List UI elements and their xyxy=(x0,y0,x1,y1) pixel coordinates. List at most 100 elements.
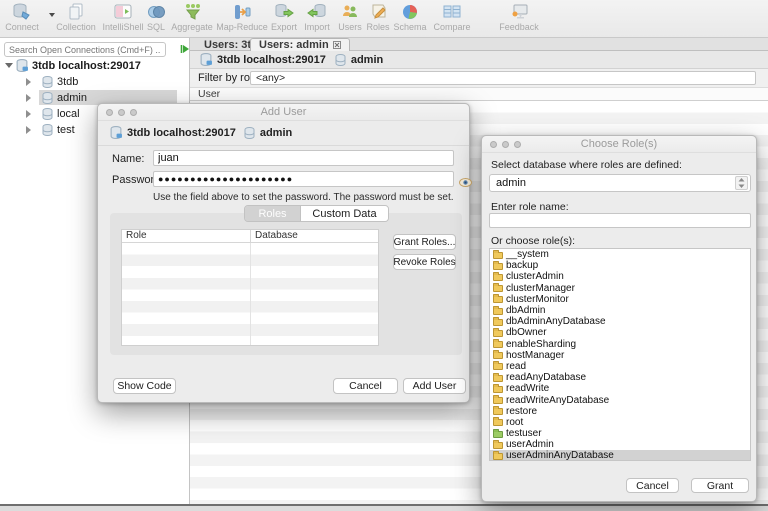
import-icon xyxy=(307,2,327,21)
list-item-role[interactable]: dbAdminAnyDatabase xyxy=(490,316,750,327)
granted-roles-table[interactable]: Role Database xyxy=(121,229,379,346)
schema-icon xyxy=(400,2,420,21)
revoke-roles-button[interactable]: Revoke Roles xyxy=(393,254,456,270)
tab-users-admin[interactable]: Users: admin xyxy=(250,38,350,51)
folder-icon xyxy=(493,260,503,270)
users-icon xyxy=(340,2,360,21)
list-item-role-testuser[interactable]: testuser xyxy=(490,428,750,439)
breadcrumb-database: admin xyxy=(259,126,293,139)
list-item-role[interactable]: userAdmin xyxy=(490,439,750,450)
folder-icon xyxy=(493,395,503,405)
server-icon xyxy=(110,126,122,139)
dialog-title: Add User xyxy=(260,106,307,118)
database-select[interactable]: admin xyxy=(489,174,751,192)
chevron-right-icon[interactable] xyxy=(26,109,31,118)
cancel-button[interactable]: Cancel xyxy=(333,378,398,394)
close-icon[interactable] xyxy=(332,41,341,49)
main-toolbar: Connect Collection IntelliShell SQL Aggr… xyxy=(0,0,768,38)
list-item-role[interactable]: readWrite xyxy=(490,383,750,394)
breadcrumb: 3tdb localhost:29017 admin xyxy=(190,51,768,69)
search-input[interactable] xyxy=(4,42,166,57)
close-window-icon[interactable] xyxy=(106,109,113,116)
folder-icon xyxy=(493,327,503,337)
list-item-role[interactable]: __system xyxy=(490,249,750,260)
toolbar-button-import[interactable]: Import xyxy=(297,2,337,36)
roles-list[interactable]: __system backup clusterAdmin clusterMana… xyxy=(489,248,751,461)
chevron-down-icon[interactable] xyxy=(5,63,13,68)
folder-icon xyxy=(493,361,503,371)
list-item-role[interactable]: readAnyDatabase xyxy=(490,372,750,383)
name-label: Name: xyxy=(112,153,145,165)
filter-by-role-combobox[interactable]: <any> xyxy=(250,71,756,85)
list-item-role[interactable]: readWriteAnyDatabase xyxy=(490,394,750,406)
tab-roles[interactable]: Roles xyxy=(245,206,300,221)
toolbar-button-connect[interactable]: Connect xyxy=(0,2,44,36)
minimize-window-icon[interactable] xyxy=(118,109,125,116)
list-item-role[interactable]: dbOwner xyxy=(490,327,750,338)
roles-icon xyxy=(368,2,388,21)
zoom-window-icon[interactable] xyxy=(514,141,521,148)
table-body xyxy=(122,243,378,345)
list-item-role[interactable]: dbAdmin xyxy=(490,305,750,316)
window-bottom-pad xyxy=(0,506,768,511)
folder-icon xyxy=(493,305,503,315)
list-item-role[interactable]: clusterManager xyxy=(490,283,750,294)
database-icon xyxy=(42,91,53,104)
list-item-role-selected[interactable]: userAdminAnyDatabase xyxy=(490,450,750,460)
chevron-right-icon[interactable] xyxy=(26,93,31,102)
minimize-window-icon[interactable] xyxy=(502,141,509,148)
chevron-right-icon[interactable] xyxy=(26,77,31,86)
tab-custom-data[interactable]: Custom Data xyxy=(300,206,388,221)
list-item-role[interactable]: read xyxy=(490,361,750,372)
list-item-role[interactable]: restore xyxy=(490,406,750,417)
close-window-icon[interactable] xyxy=(490,141,497,148)
sidebar-item-connection-root[interactable]: 3tdb localhost:29017 xyxy=(0,58,190,73)
database-column-header[interactable]: Database xyxy=(250,230,298,242)
folder-icon xyxy=(493,350,503,360)
folder-icon xyxy=(493,372,503,382)
role-column-header[interactable]: Role xyxy=(122,230,250,242)
add-user-button[interactable]: Add User xyxy=(403,378,466,394)
list-item-role[interactable]: clusterMonitor xyxy=(490,294,750,305)
add-user-titlebar[interactable]: Add User xyxy=(98,104,469,121)
map-reduce-icon xyxy=(232,2,252,21)
grant-roles-button[interactable]: Grant Roles... xyxy=(393,234,456,250)
sidebar-item-3tdb[interactable]: 3tdb xyxy=(0,74,190,89)
toolbar-button-feedback[interactable]: Feedback xyxy=(494,2,544,36)
list-item-role[interactable]: backup xyxy=(490,260,750,271)
grant-button[interactable]: Grant xyxy=(691,478,749,493)
password-field[interactable]: ●●●●●●●●●●●●●●●●●●●●● xyxy=(153,171,454,187)
folder-green-icon xyxy=(493,428,503,438)
show-code-button[interactable]: Show Code xyxy=(113,378,176,394)
cancel-button[interactable]: Cancel xyxy=(626,478,679,493)
name-field[interactable] xyxy=(153,150,454,166)
chevron-right-icon[interactable] xyxy=(26,125,31,134)
collection-icon xyxy=(66,2,86,21)
database-label: local xyxy=(57,107,80,120)
zoom-window-icon[interactable] xyxy=(130,109,137,116)
role-name-input[interactable] xyxy=(489,213,751,228)
folder-icon xyxy=(493,283,503,293)
breadcrumb-connection: 3tdb localhost:29017 xyxy=(217,53,326,66)
list-item-role[interactable]: clusterAdmin xyxy=(490,271,750,282)
folder-icon xyxy=(493,316,503,326)
select-stepper-icon[interactable] xyxy=(735,176,748,190)
show-password-eye-icon[interactable] xyxy=(459,174,472,192)
server-icon xyxy=(200,53,212,66)
user-column-header[interactable]: User xyxy=(190,87,768,101)
collapse-sidebar-icon[interactable] xyxy=(180,41,190,59)
list-item-role[interactable]: hostManager xyxy=(490,350,750,361)
folder-icon xyxy=(493,417,503,427)
table-header: Role Database xyxy=(122,230,378,243)
toolbar-button-schema[interactable]: Schema xyxy=(388,2,432,36)
dialog-breadcrumb: 3tdb localhost:29017 admin xyxy=(110,126,292,139)
database-icon xyxy=(335,53,346,66)
roles-customdata-segmented-control: Roles Custom Data xyxy=(244,205,389,222)
list-item-role[interactable]: root xyxy=(490,417,750,428)
choose-roles-titlebar[interactable]: Choose Role(s) xyxy=(482,136,756,153)
password-hint: Use the field above to set the password.… xyxy=(153,192,454,203)
window-controls xyxy=(490,141,521,148)
list-item-role[interactable]: enableSharding xyxy=(490,339,750,350)
toolbar-button-compare[interactable]: Compare xyxy=(428,2,476,36)
choose-roles-dialog: Choose Role(s) Select database where rol… xyxy=(481,135,757,502)
